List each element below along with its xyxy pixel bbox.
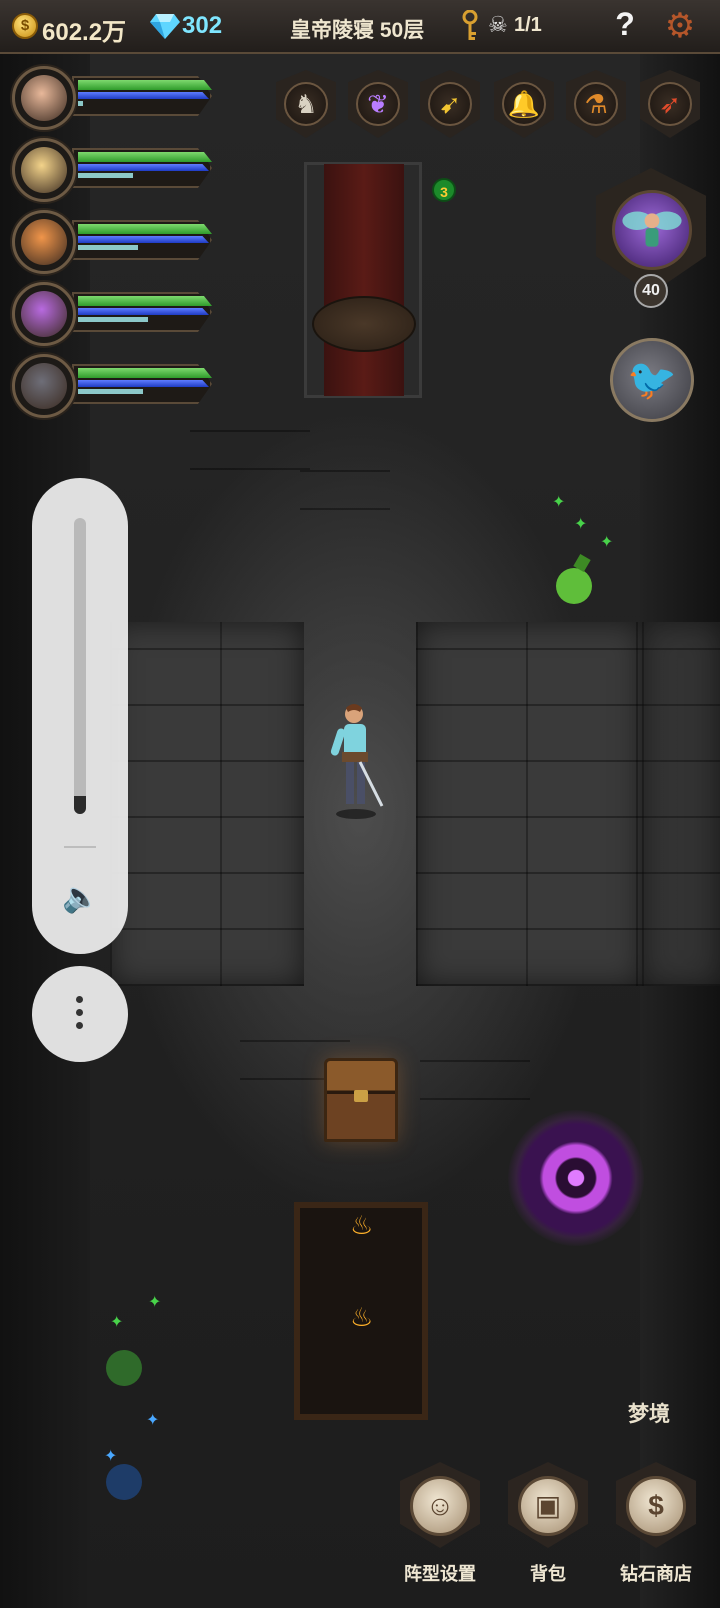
skill-slot[interactable]: ⚗ (566, 70, 626, 142)
crow-beast-button[interactable]: 🐦 (610, 338, 694, 422)
skull-icon: ☠ (488, 12, 508, 37)
gold-coin-icon: $ (12, 13, 38, 39)
help-button[interactable]: ? (608, 6, 642, 46)
hero-mp-bar (78, 236, 209, 243)
hero-face (21, 75, 67, 121)
speaker-icon[interactable]: 🔈 (62, 880, 99, 916)
menu-label[interactable]: 阵型设置 (385, 1560, 495, 1586)
hero-face (21, 147, 67, 193)
diamond-shop-button[interactable]: $ (610, 1462, 702, 1562)
skill-slot[interactable]: ➶ (640, 70, 700, 142)
floor-title: 皇帝陵寝 50层 (290, 19, 425, 42)
skill-slot[interactable]: ❦ (348, 70, 408, 142)
hero-avatar (12, 282, 76, 346)
hero-xp-bar (78, 101, 83, 106)
kill-counter: 1/1 (514, 14, 542, 36)
green-potion[interactable] (100, 1332, 150, 1392)
hero-hp-bar (78, 152, 212, 162)
hero-hp-bar (78, 368, 212, 378)
pet-level-badge: 40 (634, 274, 668, 308)
volume-slider[interactable] (74, 518, 86, 814)
fairy-pet-portrait[interactable] (612, 190, 692, 270)
hero-portrait[interactable] (12, 282, 224, 350)
hero-mp-bar (78, 164, 209, 171)
sparkle-effect: ✦ (146, 1412, 160, 1429)
hero-avatar (12, 66, 76, 130)
carrot-icon: ➶ (648, 82, 692, 126)
hero-face (21, 363, 67, 409)
floor-marker-badge[interactable]: 3 (432, 178, 456, 202)
hero-xp-bar (78, 245, 138, 250)
gear-icon[interactable]: ⚙ (662, 8, 698, 44)
hero-hp-bar (78, 80, 212, 90)
more-vertical-icon (76, 996, 84, 1032)
dream-mode-label[interactable]: 梦境 (628, 1398, 670, 1428)
sparkle-effect: ✦ (148, 1294, 162, 1311)
hero-portrait[interactable] (12, 138, 224, 206)
volume-divider (64, 846, 96, 848)
floor-bricks (300, 470, 390, 510)
backpack-button[interactable]: ▣ (502, 1462, 594, 1562)
diamond-shop-icon: $ (626, 1476, 686, 1536)
purple-dragon-icon: ❦ (356, 82, 400, 126)
formation-button[interactable]: ☺ (394, 1462, 486, 1562)
sparkle-effect: ✦ (600, 534, 614, 551)
golden-feather-icon: ➹ (428, 82, 472, 126)
candle-icon: ♨ (350, 1302, 374, 1332)
potion-flask-icon: ⚗ (574, 82, 618, 126)
hero-hp-bar (78, 224, 212, 234)
hero-avatar (12, 138, 76, 202)
hero-portrait[interactable] (12, 210, 224, 278)
gold-amount: 602.2万 (42, 19, 127, 46)
skill-slot[interactable]: ➹ (420, 70, 480, 142)
floor-bricks (420, 1060, 530, 1100)
hero-xp-bar (78, 317, 148, 322)
hero-avatar (12, 210, 76, 274)
hero-mp-bar (78, 308, 209, 315)
hero-face (21, 219, 67, 265)
sparkle-effect: ✦ (104, 1448, 118, 1465)
diamond-amount: 302 (182, 12, 223, 39)
floor-bricks (190, 430, 310, 470)
red-carpet (324, 164, 404, 396)
hero-portrait[interactable] (12, 354, 224, 422)
sparkle-effect: ✦ (574, 516, 588, 533)
menu-label[interactable]: 钻石商店 (601, 1560, 711, 1586)
fairy-icon (622, 211, 682, 247)
skill-slot[interactable]: ♞ (276, 70, 336, 142)
hero-xp-bar (78, 389, 143, 394)
hero-face (21, 291, 67, 337)
diamond-icon (150, 14, 180, 39)
volume-slider-fill[interactable] (74, 796, 86, 814)
skill-slot[interactable]: 🔔 (494, 70, 554, 142)
player-character[interactable] (326, 702, 386, 820)
menu-label[interactable]: 背包 (493, 1560, 603, 1586)
sparkle-effect: ✦ (552, 494, 566, 511)
sparkle-effect: ✦ (110, 1314, 124, 1331)
key-icon (462, 10, 478, 40)
stone-block-far-right (642, 622, 720, 986)
purple-portal[interactable] (508, 1110, 644, 1246)
hero-portrait[interactable] (12, 66, 224, 134)
horse-head-icon: ♞ (284, 82, 328, 126)
altar[interactable] (312, 296, 416, 352)
hero-xp-bar (78, 173, 133, 178)
hero-avatar (12, 354, 76, 418)
chest-lock (354, 1090, 368, 1102)
formation-icon: ☺ (410, 1476, 470, 1536)
candle-icon: ♨ (350, 1210, 374, 1240)
green-potion[interactable] (552, 548, 602, 608)
stone-block-right (416, 622, 642, 986)
bell-icon: 🔔 (502, 82, 546, 126)
hero-mp-bar (78, 380, 209, 387)
backpack-icon: ▣ (518, 1476, 578, 1536)
stone-block-left (110, 622, 304, 986)
hero-hp-bar (78, 296, 212, 306)
hero-mp-bar (78, 92, 209, 99)
crow-head-icon: 🐦 (627, 358, 677, 402)
